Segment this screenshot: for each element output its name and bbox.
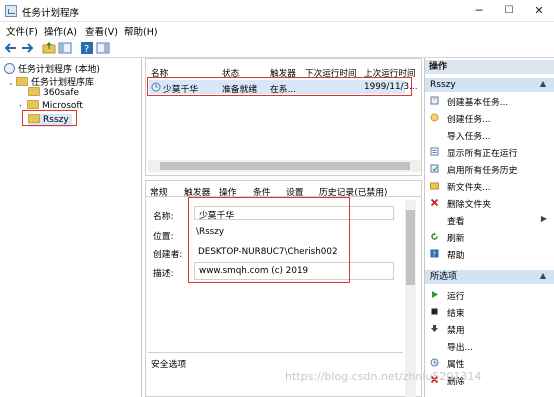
actions-section-rsszy[interactable]: Rsszy bbox=[425, 78, 554, 92]
action-properties[interactable]: 属性 bbox=[425, 356, 554, 370]
action-create-basic-task[interactable]: 创建基本任务... bbox=[425, 94, 554, 108]
folder-icon bbox=[27, 100, 39, 109]
vertical-scrollbar-thumb[interactable] bbox=[406, 210, 415, 285]
folder-up-icon[interactable] bbox=[42, 41, 56, 55]
action-label: 禁用 bbox=[447, 326, 465, 336]
action-import-task[interactable]: 导入任务... bbox=[425, 128, 554, 142]
description-label: 描述: bbox=[153, 269, 174, 279]
action-label: 新文件夹... bbox=[447, 183, 491, 193]
back-arrow-icon[interactable] bbox=[4, 41, 18, 55]
navigation-tree: 任务计划程序 (本地) ⌄ 任务计划程序库 360safe › Microsoft … bbox=[0, 58, 142, 397]
action-disable[interactable]: 禁用 bbox=[425, 322, 554, 336]
svg-text:?: ? bbox=[432, 251, 436, 259]
action-refresh[interactable]: 刷新 bbox=[425, 230, 554, 244]
action-create-task[interactable]: 创建任务... bbox=[425, 111, 554, 125]
collapse-up-icon[interactable]: ▲ bbox=[540, 271, 546, 280]
action-label: 启用所有任务历史 bbox=[447, 166, 518, 176]
svg-text:?: ? bbox=[84, 44, 89, 55]
action-end[interactable]: 结束 bbox=[425, 305, 554, 319]
properties-icon bbox=[430, 358, 439, 367]
title-bar: 任务计划程序 ─ ☐ ✕ bbox=[0, 0, 554, 22]
maximize-button[interactable]: ☐ bbox=[494, 0, 524, 22]
action-view[interactable]: 查看 ▶ bbox=[425, 213, 554, 227]
refresh-icon bbox=[431, 232, 438, 240]
minimize-button[interactable]: ─ bbox=[464, 0, 494, 22]
action-label: 帮助 bbox=[447, 251, 465, 261]
action-label: 删除文件夹 bbox=[447, 200, 491, 210]
action-new-folder[interactable]: 新文件夹... bbox=[425, 179, 554, 193]
help-icon: ? bbox=[430, 249, 439, 258]
folder-icon bbox=[16, 77, 28, 86]
expanded-chevron-icon[interactable]: ⌄ bbox=[8, 79, 16, 87]
menu-file[interactable]: 文件(F) bbox=[6, 24, 38, 38]
highlight-box bbox=[188, 197, 350, 283]
help-icon[interactable]: ? bbox=[80, 41, 94, 55]
list-icon bbox=[430, 147, 439, 156]
action-enable-history[interactable]: 启用所有任务历史 bbox=[425, 162, 554, 176]
stop-icon bbox=[431, 308, 438, 315]
delete-x-icon bbox=[430, 198, 439, 207]
location-label: 位置: bbox=[153, 232, 174, 242]
submenu-arrow-icon: ▶ bbox=[540, 214, 547, 223]
show-hide-tree-icon[interactable] bbox=[58, 41, 72, 55]
close-button[interactable]: ✕ bbox=[524, 0, 554, 22]
section-divider bbox=[148, 352, 403, 353]
action-label: 属性 bbox=[447, 360, 465, 370]
action-label: 导入任务... bbox=[447, 132, 491, 142]
action-label: 导出... bbox=[447, 343, 473, 353]
forward-arrow-icon[interactable] bbox=[20, 41, 34, 55]
tree-root-label: 任务计划程序 (本地) bbox=[18, 65, 100, 75]
menu-help[interactable]: 帮助(H) bbox=[124, 24, 158, 38]
tree-folder-360safe[interactable]: 360safe bbox=[28, 87, 79, 100]
run-play-icon bbox=[432, 291, 438, 298]
collapse-up-icon[interactable]: ▲ bbox=[540, 79, 546, 88]
watermark-text: https://blog.csdn.net/zhnlu5201314 bbox=[285, 370, 482, 383]
window-title: 任务计划程序 bbox=[22, 8, 80, 19]
action-show-running[interactable]: 显示所有正在运行 bbox=[425, 145, 554, 159]
folder-label: 360safe bbox=[43, 88, 80, 98]
author-label: 创建者: bbox=[153, 250, 183, 260]
action-help[interactable]: ? 帮助 bbox=[425, 247, 554, 261]
action-export[interactable]: 导出... bbox=[425, 339, 554, 353]
menu-bar: 文件(F) 操作(A) 查看(V) 帮助(H) bbox=[0, 22, 554, 38]
disable-arrow-icon bbox=[431, 325, 438, 332]
action-label: 查看 bbox=[447, 217, 465, 227]
actions-header: 操作 bbox=[425, 60, 554, 74]
action-delete-folder[interactable]: 删除文件夹 bbox=[425, 196, 554, 210]
highlight-box bbox=[22, 110, 77, 126]
action-label: 结束 bbox=[447, 309, 465, 319]
folder-icon bbox=[28, 87, 40, 96]
history-icon bbox=[430, 164, 439, 173]
actions-section-selected[interactable]: 所选项 bbox=[425, 270, 554, 284]
action-label: 运行 bbox=[447, 292, 465, 302]
action-label: 创建基本任务... bbox=[447, 98, 509, 108]
action-label: 显示所有正在运行 bbox=[447, 149, 518, 159]
highlight-box bbox=[147, 77, 412, 96]
create-task-icon bbox=[430, 113, 439, 122]
action-label: 创建任务... bbox=[447, 115, 491, 125]
new-folder-icon bbox=[430, 182, 439, 190]
clock-icon bbox=[4, 63, 15, 74]
properties-pane-icon[interactable] bbox=[96, 41, 110, 55]
tree-root[interactable]: 任务计划程序 (本地) bbox=[4, 62, 100, 75]
create-basic-task-icon bbox=[430, 96, 439, 105]
action-label: 刷新 bbox=[447, 234, 465, 244]
security-options-label: 安全选项 bbox=[151, 360, 187, 370]
action-run[interactable]: 运行 bbox=[425, 288, 554, 302]
name-label: 名称: bbox=[153, 212, 174, 222]
menu-view[interactable]: 查看(V) bbox=[85, 24, 118, 38]
menu-action[interactable]: 操作(A) bbox=[44, 24, 77, 38]
task-scheduler-app-icon bbox=[5, 5, 17, 17]
actions-pane: 操作 Rsszy ▲ 创建基本任务... 创建任务... 导入任务... 显示所… bbox=[424, 58, 554, 397]
horizontal-scrollbar-thumb[interactable] bbox=[160, 162, 410, 170]
collapsed-chevron-icon[interactable]: › bbox=[19, 102, 27, 110]
toolbar: ? bbox=[0, 38, 554, 58]
